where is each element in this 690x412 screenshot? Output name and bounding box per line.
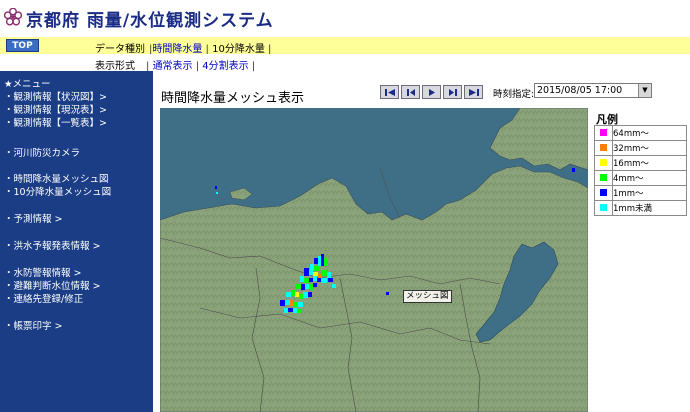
sidebar-item-10min-mesh[interactable]: ・10分降水量メッシュ図 bbox=[4, 184, 111, 198]
sidebar-item-river-camera[interactable]: ・河川防災カメラ bbox=[4, 145, 80, 159]
app-header: 京都府 雨量/水位観測システム bbox=[0, 0, 690, 37]
legend-row: 32mm～ bbox=[594, 140, 687, 156]
data-type-row: TOP データ種別 |時間降水量 | 10分降水量 | bbox=[0, 37, 690, 55]
next-frame-button[interactable] bbox=[443, 85, 462, 99]
last-frame-button[interactable] bbox=[464, 85, 483, 99]
sidebar-item-contacts[interactable]: ・連絡先登録/修正 bbox=[4, 291, 83, 305]
mesh-map-label: メッシュ図 bbox=[403, 290, 452, 303]
sidebar-item-current-table[interactable]: ・観測情報【現況表】> bbox=[4, 102, 107, 116]
sidebar: ★メニュー ・観測情報【状況図】> ・観測情報【現況表】> ・観測情報【一覧表】… bbox=[0, 71, 153, 412]
legend-row: 4mm～ bbox=[594, 170, 687, 186]
sidebar-item-list[interactable]: ・観測情報【一覧表】> bbox=[4, 115, 107, 129]
sidebar-item-flood-forecast[interactable]: ・洪水予報発表情報 > bbox=[4, 238, 100, 252]
time-select-value: 2015/08/05 17:00 bbox=[537, 85, 623, 96]
sidebar-item-print[interactable]: ・帳票印字 > bbox=[4, 318, 62, 332]
option-normal-view[interactable]: 通常表示 bbox=[153, 61, 193, 72]
dropdown-arrow-icon: ▼ bbox=[638, 84, 651, 97]
legend-swatch-32mm bbox=[600, 144, 607, 151]
legend-swatch-16mm bbox=[600, 159, 607, 166]
sidebar-item-status-map[interactable]: ・観測情報【状況図】> bbox=[4, 89, 107, 103]
last-frame-icon bbox=[469, 89, 479, 96]
time-select[interactable]: 2015/08/05 17:00 ▼ bbox=[534, 83, 652, 98]
legend-swatch-64mm bbox=[600, 129, 607, 136]
legend: 凡例 64mm～ 32mm～ 16mm～ 4mm～ 1mm～ 1mm未満 bbox=[593, 108, 690, 412]
legend-label: 1mm未満 bbox=[612, 200, 687, 216]
previous-frame-button[interactable] bbox=[401, 85, 420, 99]
display-mode-options: | 通常表示 | 4分割表示 | bbox=[146, 61, 256, 72]
data-type-label: データ種別 bbox=[95, 44, 145, 55]
legend-label: 16mm～ bbox=[612, 155, 687, 171]
legend-label: 1mm～ bbox=[612, 185, 687, 201]
app-title: 京都府 雨量/水位観測システム bbox=[26, 11, 274, 31]
time-specify-label: 時刻指定: bbox=[493, 89, 535, 100]
legend-table: 64mm～ 32mm～ 16mm～ 4mm～ 1mm～ 1mm未満 bbox=[594, 125, 687, 216]
legend-swatch-under-1mm bbox=[600, 204, 607, 211]
next-frame-icon bbox=[449, 89, 457, 96]
data-type-options: |時間降水量 | 10分降水量 | bbox=[149, 44, 272, 55]
sidebar-item-evacuation-level[interactable]: ・避難判断水位情報 > bbox=[4, 278, 100, 292]
sidebar-item-flood-warning[interactable]: ・水防警報情報 > bbox=[4, 265, 81, 279]
legend-label: 64mm～ bbox=[612, 125, 687, 141]
first-frame-button[interactable] bbox=[380, 85, 399, 99]
legend-row: 1mm未満 bbox=[594, 200, 687, 216]
map-canvas bbox=[160, 108, 588, 412]
top-button[interactable]: TOP bbox=[6, 39, 39, 52]
option-quad-view[interactable]: 4分割表示 bbox=[202, 61, 248, 72]
sidebar-item-hourly-mesh[interactable]: ・時間降水量メッシュ図 bbox=[4, 171, 109, 185]
legend-row: 16mm～ bbox=[594, 155, 687, 171]
legend-label: 32mm～ bbox=[612, 140, 687, 156]
display-mode-row: 表示形式 | 通常表示 | 4分割表示 | bbox=[0, 54, 690, 72]
rainfall-mesh-map[interactable] bbox=[160, 108, 588, 412]
page-title: 時間降水量メッシュ表示 bbox=[161, 91, 305, 106]
legend-label: 4mm～ bbox=[612, 170, 687, 186]
legend-row: 64mm～ bbox=[594, 125, 687, 141]
play-icon bbox=[429, 89, 435, 96]
legend-swatch-4mm bbox=[600, 174, 607, 181]
legend-row: 1mm～ bbox=[594, 185, 687, 201]
sidebar-item-forecast[interactable]: ・予測情報 > bbox=[4, 211, 62, 225]
legend-swatch-1mm bbox=[600, 189, 607, 196]
flower-crest-icon bbox=[4, 8, 22, 26]
menu-heading: ★メニュー bbox=[4, 79, 51, 90]
previous-frame-icon bbox=[407, 89, 415, 96]
play-button[interactable] bbox=[422, 85, 441, 99]
first-frame-icon bbox=[385, 89, 395, 96]
display-mode-label: 表示形式 bbox=[95, 61, 135, 72]
